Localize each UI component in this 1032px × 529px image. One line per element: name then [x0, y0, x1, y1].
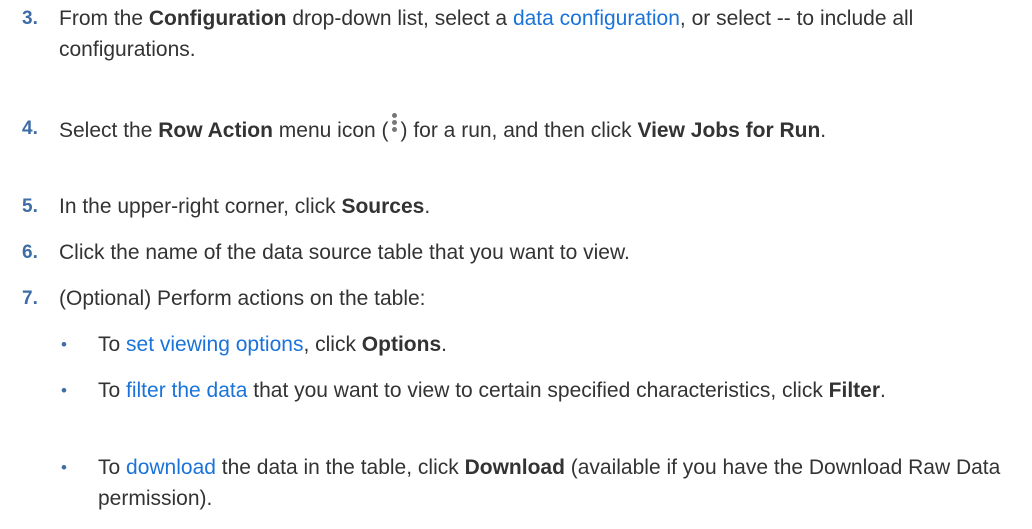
- bullet-text: To filter the data that you want to view…: [98, 379, 886, 402]
- view-jobs-for-run-label: View Jobs for Run: [637, 119, 821, 142]
- download-link[interactable]: download: [126, 456, 216, 479]
- filter-label: Filter: [828, 379, 881, 402]
- bullet-text: To download the data in the table, click…: [98, 456, 1001, 510]
- bullet-mark: •: [61, 335, 67, 354]
- step-text: (Optional) Perform actions on the table:: [59, 287, 426, 310]
- bullet-text: To set viewing options, click Options.: [98, 333, 447, 356]
- step-text: From the Configuration drop-down list, s…: [59, 7, 914, 61]
- options-label: Options: [361, 333, 442, 356]
- filter-the-data-link[interactable]: filter the data: [126, 379, 247, 402]
- download-label: Download: [464, 456, 565, 479]
- sources-label: Sources: [341, 195, 425, 218]
- row-action-label: Row Action: [158, 119, 273, 142]
- step-text: Select the Row Action menu icon () for a…: [59, 113, 1009, 146]
- data-configuration-link[interactable]: data configuration: [513, 7, 680, 30]
- step-number: 6.: [22, 242, 38, 263]
- step-number: 5.: [22, 196, 38, 217]
- step-text: Click the name of the data source table …: [59, 241, 630, 264]
- configuration-label: Configuration: [148, 7, 287, 30]
- set-viewing-options-link[interactable]: set viewing options: [126, 333, 303, 356]
- step-text: In the upper-right corner, click Sources…: [59, 195, 431, 218]
- bullet-mark: •: [61, 458, 67, 477]
- step-number: 4.: [22, 118, 38, 139]
- step-number: 7.: [22, 288, 38, 309]
- step-number: 3.: [22, 8, 38, 29]
- kebab-menu-icon: [389, 113, 401, 133]
- bullet-mark: •: [61, 381, 67, 400]
